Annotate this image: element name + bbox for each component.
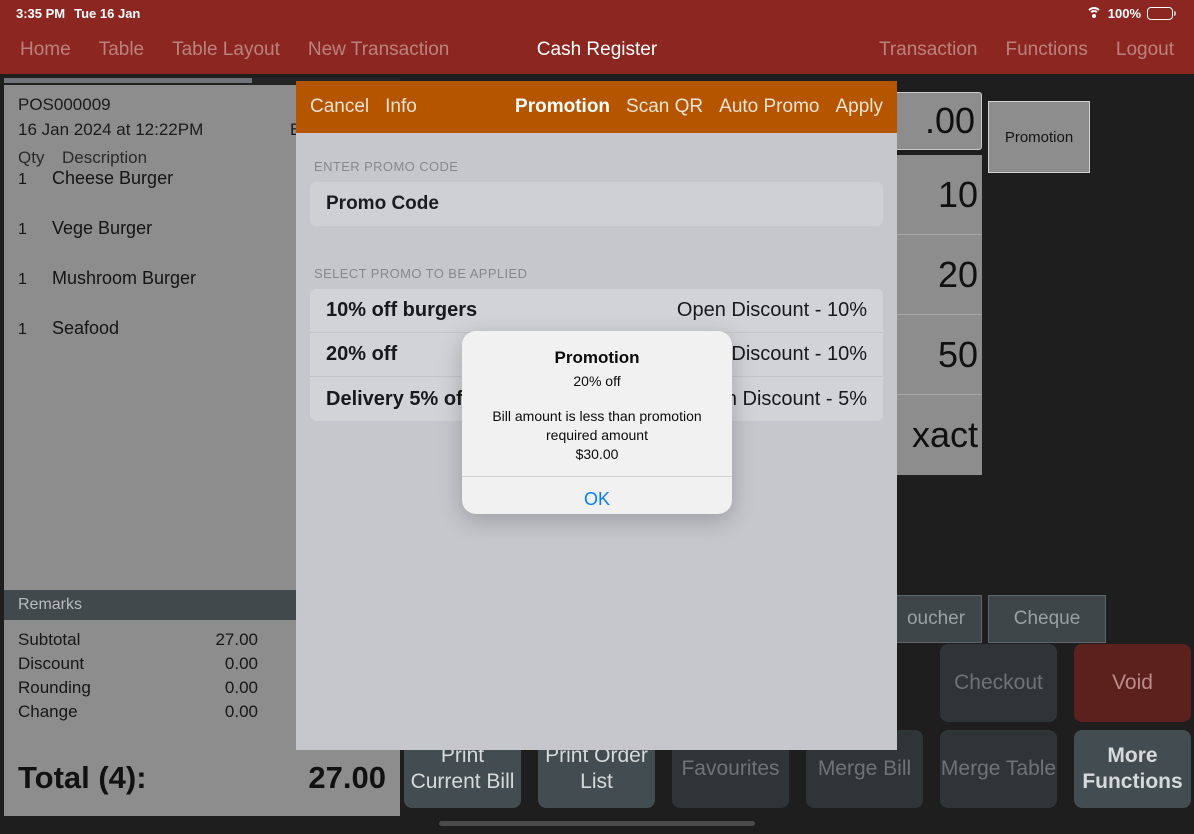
change-value: 0.00 — [224, 702, 258, 721]
alert-message-line-1: Bill amount is less than promotion — [492, 408, 702, 424]
column-header-description: Description — [62, 148, 148, 167]
keypad-quick-amounts: 10 20 50 xact — [890, 155, 982, 475]
nav-logout[interactable]: Logout — [1116, 39, 1174, 61]
apply-button[interactable]: Apply — [835, 96, 883, 118]
favourites-label: Favourites — [681, 757, 780, 780]
item-qty: 1 — [18, 221, 27, 238]
remarks-label: Remarks — [18, 596, 83, 613]
status-bar: 3:35 PM Tue 16 Jan 100% — [0, 0, 1194, 26]
home-indicator — [439, 821, 755, 826]
enter-promo-code-section-label: ENTER PROMO CODE — [314, 159, 459, 174]
subtotal-label: Subtotal — [18, 630, 81, 649]
promo-code-input[interactable]: Promo Code — [310, 182, 883, 226]
rounding-label: Rounding — [18, 678, 91, 697]
select-promo-section-label: SELECT PROMO TO BE APPLIED — [314, 266, 528, 281]
more-functions-button[interactable]: More Functions — [1074, 730, 1191, 808]
payment-buttons: oucher Cheque — [890, 595, 1106, 643]
alert-title: Promotion — [554, 348, 640, 367]
alert-message: Bill amount is less than promotion requi… — [478, 407, 716, 464]
modal-header-left: Cancel Info — [310, 96, 417, 118]
cheque-button[interactable]: Cheque — [988, 595, 1106, 643]
promotion-modal-title: Promotion — [515, 96, 611, 117]
checkout-button[interactable]: Checkout — [940, 644, 1057, 722]
cancel-button[interactable]: Cancel — [310, 96, 369, 118]
promo-name: 10% off burgers — [326, 299, 478, 321]
voucher-button[interactable]: oucher — [890, 595, 982, 643]
status-bar-right: 100% — [1085, 5, 1194, 21]
alert-body: Promotion 20% off Bill amount is less th… — [462, 331, 732, 476]
modal-header-right: Promotion Scan QR Auto Promo Apply — [515, 96, 883, 118]
alert-subtitle: 20% off — [573, 373, 621, 389]
nav-bar: Home Table Table Layout New Transaction … — [0, 26, 1194, 74]
nav-functions[interactable]: Functions — [1006, 39, 1088, 61]
alert-message-line-2: required amount — [546, 427, 648, 443]
promo-name: 20% off — [326, 343, 398, 365]
keypad-display[interactable]: .00 — [890, 92, 982, 150]
promo-list-item[interactable]: 10% off burgers Open Discount - 10% — [310, 289, 883, 333]
alert-message-line-3: $30.00 — [575, 446, 619, 462]
grand-total-value: 27.00 — [308, 760, 386, 795]
item-qty: 1 — [18, 321, 27, 338]
keypad-key-exact[interactable]: xact — [890, 395, 982, 475]
promotion-modal-header: Cancel Info Promotion Scan QR Auto Promo… — [296, 81, 897, 133]
order-datetime: 16 Jan 2024 at 12:22PM — [18, 120, 204, 139]
status-date: Tue 16 Jan — [74, 5, 141, 21]
nav-bar-left: Home Table Table Layout New Transaction — [0, 39, 449, 61]
discount-value: 0.00 — [224, 654, 258, 673]
nav-table-layout[interactable]: Table Layout — [172, 39, 280, 61]
nav-transaction[interactable]: Transaction — [879, 39, 978, 61]
nav-new-transaction[interactable]: New Transaction — [308, 39, 450, 61]
more-functions-label: More Functions — [1082, 744, 1183, 793]
void-label: Void — [1112, 671, 1153, 694]
item-qty: 1 — [18, 171, 27, 188]
auto-promo-button[interactable]: Auto Promo — [719, 96, 819, 118]
promo-detail: Discount - 10% — [731, 343, 867, 365]
wifi-icon — [1085, 7, 1102, 19]
battery-icon — [1147, 6, 1176, 20]
keypad-key-50[interactable]: 50 — [890, 315, 982, 395]
discount-label: Discount — [18, 654, 85, 673]
nav-table[interactable]: Table — [99, 39, 144, 61]
change-label: Change — [18, 702, 78, 721]
subtotal-value: 27.00 — [215, 630, 258, 649]
scan-qr-button[interactable]: Scan QR — [626, 96, 703, 118]
void-button[interactable]: Void — [1074, 644, 1191, 722]
checkout-label: Checkout — [954, 671, 1043, 694]
battery-percent-label: 100% — [1107, 5, 1141, 21]
column-header-qty: Qty — [18, 148, 45, 167]
status-bar-left: 3:35 PM Tue 16 Jan — [0, 6, 140, 21]
print-current-bill-label: Print Current Bill — [410, 744, 515, 793]
promo-detail: n Discount - 5% — [725, 387, 867, 410]
keypad-key-10[interactable]: 10 — [890, 155, 982, 235]
item-qty: 1 — [18, 271, 27, 288]
alert-ok-button[interactable]: OK — [462, 477, 732, 514]
order-tab-selected[interactable] — [4, 78, 252, 83]
rounding-value: 0.00 — [224, 678, 258, 697]
grand-total-row: Total (4): 27.00 — [4, 748, 400, 808]
merge-table-button[interactable]: Merge Table — [940, 730, 1057, 808]
promo-name: Delivery 5% off — [326, 387, 470, 410]
print-order-list-label: Print Order List — [545, 744, 648, 793]
merge-table-label: Merge Table — [940, 757, 1057, 780]
keypad: .00 10 20 50 xact — [890, 92, 982, 475]
nav-home[interactable]: Home — [20, 39, 71, 61]
status-time: 3:35 PM — [16, 5, 66, 21]
grand-total-label: Total (4): — [18, 760, 147, 795]
promotion-alert-dialog: Promotion 20% off Bill amount is less th… — [462, 331, 732, 514]
nav-bar-right: Transaction Functions Logout — [879, 39, 1194, 61]
app-root: 3:35 PM Tue 16 Jan 100% Home Table Table… — [0, 0, 1194, 834]
promotion-button[interactable]: Promotion — [988, 101, 1090, 173]
merge-bill-label: Merge Bill — [817, 757, 912, 780]
keypad-key-20[interactable]: 20 — [890, 235, 982, 315]
info-button[interactable]: Info — [385, 96, 417, 118]
promo-detail: Open Discount - 10% — [676, 299, 867, 321]
